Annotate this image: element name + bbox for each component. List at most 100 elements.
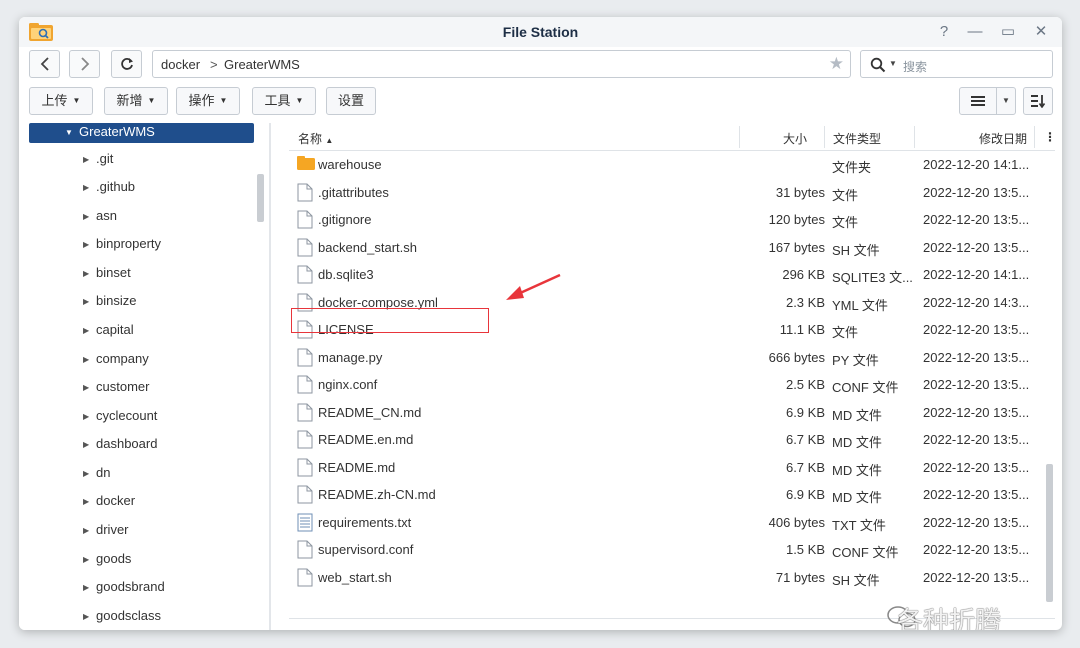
- column-options-icon[interactable]: ⋮: [1044, 130, 1056, 144]
- file-list-scrollbar[interactable]: [1046, 464, 1053, 602]
- caret-down-icon: ▼: [72, 95, 81, 105]
- breadcrumb-separator: >: [210, 57, 218, 72]
- list-view-icon: [971, 96, 985, 106]
- pane-divider[interactable]: [269, 123, 271, 630]
- tree-item-label: cyclecount: [96, 408, 158, 423]
- forward-button[interactable]: [69, 50, 100, 78]
- settings-button[interactable]: 设置: [326, 87, 376, 115]
- file-type: 文件: [832, 187, 859, 203]
- file-size: 406 bytes: [768, 514, 825, 530]
- file-icon: [297, 183, 313, 205]
- breadcrumb-docker[interactable]: docker: [161, 57, 200, 72]
- tree-item[interactable]: ▶ asn: [83, 206, 117, 226]
- tree-item[interactable]: ▶ binsize: [83, 291, 136, 311]
- file-modified: 2022-12-20 13:5...: [923, 542, 1030, 557]
- file-icon: [297, 485, 313, 507]
- action-label: 操作: [188, 93, 215, 108]
- back-button[interactable]: [29, 50, 60, 78]
- tree-item[interactable]: ▶ goodsclass: [83, 606, 161, 626]
- file-name: web_start.sh: [318, 569, 392, 585]
- column-header: 名称 ▲ 大小 文件类型 修改日期 ⋮: [289, 123, 1056, 151]
- tree-item[interactable]: ▶ goods: [83, 549, 131, 569]
- file-modified: 2022-12-20 14:3...: [923, 294, 1030, 310]
- chevron-right-icon: ▶: [83, 240, 90, 249]
- table-row[interactable]: db.sqlite3 296 KB SQLITE3 文... 2022-12-20 1…: [289, 261, 1041, 288]
- table-row[interactable]: nginx.conf 2.5 KB CONF 文件 2022-12-20 13:5..…: [289, 371, 1041, 398]
- minimize-icon[interactable]: —: [964, 22, 986, 42]
- column-modified[interactable]: 修改日期: [979, 130, 1027, 147]
- table-row[interactable]: requirements.txt 406 bytes TXT 文件 2022-12-2…: [289, 509, 1041, 536]
- folder-icon: [297, 155, 315, 174]
- file-type: TXT 文件: [832, 517, 886, 533]
- file-type: PY 文件: [832, 352, 879, 368]
- tree-item-label: dn: [96, 465, 111, 480]
- refresh-button[interactable]: [111, 50, 142, 78]
- file-list: 名称 ▲ 大小 文件类型 修改日期 ⋮ warehouse 文件夹 2022-12-…: [289, 123, 1056, 630]
- tree-item[interactable]: ▶ capital: [83, 320, 134, 340]
- tree-item[interactable]: ▶ dn: [83, 463, 110, 483]
- table-row[interactable]: README.zh-CN.md 6.9 KB MD 文件 2022-12-20 13:…: [289, 481, 1041, 508]
- annotation-arrow-icon: [506, 273, 561, 300]
- file-name: supervisord.conf: [318, 542, 414, 557]
- window-title: File Station: [502, 24, 579, 40]
- file-name: warehouse: [318, 157, 382, 172]
- file-icon: [297, 568, 313, 590]
- search-box[interactable]: ▼ 搜索: [860, 50, 1053, 78]
- caret-down-icon: ▼: [1002, 96, 1010, 105]
- sort-button[interactable]: [1023, 87, 1053, 115]
- search-dropdown-icon[interactable]: ▼: [889, 59, 897, 68]
- upload-button[interactable]: 上传 ▼: [29, 87, 93, 115]
- tree-item[interactable]: ▶ customer: [83, 377, 149, 397]
- tree-item-label: binset: [96, 265, 131, 280]
- file-size: 120 bytes: [768, 212, 825, 227]
- sidebar-scrollbar[interactable]: [257, 174, 264, 222]
- table-row[interactable]: README.en.md 6.7 KB MD 文件 2022-12-20 13:5..…: [289, 426, 1041, 453]
- file-name: README_CN.md: [318, 404, 422, 420]
- file-icon: [297, 348, 313, 370]
- tree-item[interactable]: ▶ binset: [83, 263, 131, 283]
- tree-item[interactable]: ▶ goodsbrand: [83, 577, 165, 597]
- tree-item-selected[interactable]: ▼ GreaterWMS: [29, 123, 254, 143]
- upload-label: 上传: [41, 93, 68, 108]
- tree-item[interactable]: ▶ cyclecount: [83, 406, 157, 426]
- table-row[interactable]: .gitignore 120 bytes 文件 2022-12-20 13:5...: [289, 206, 1041, 233]
- action-button[interactable]: 操作 ▼: [176, 87, 240, 115]
- tree-item[interactable]: ▶ binproperty: [83, 234, 161, 254]
- table-row[interactable]: warehouse 文件夹 2022-12-20 14:1...: [289, 151, 1041, 178]
- tree-item[interactable]: ▶ company: [83, 349, 149, 369]
- chevron-right-icon: ▶: [83, 612, 90, 621]
- tree-item[interactable]: ▶ driver: [83, 520, 129, 540]
- star-icon[interactable]: ★: [829, 54, 844, 74]
- sort-icon: [1031, 95, 1046, 109]
- chevron-right-icon: ▶: [83, 212, 90, 221]
- breadcrumb-greaterwms[interactable]: GreaterWMS: [224, 57, 300, 72]
- tree-item[interactable]: ▶ dashboard: [83, 434, 157, 454]
- table-row[interactable]: README_CN.md 6.9 KB MD 文件 2022-12-20 13:5..…: [289, 399, 1041, 426]
- column-divider: [1034, 126, 1035, 148]
- new-button[interactable]: 新增 ▼: [104, 87, 168, 115]
- file-type: MD 文件: [832, 407, 882, 423]
- table-row[interactable]: manage.py 666 bytes PY 文件 2022-12-20 13:5..…: [289, 344, 1041, 371]
- close-icon[interactable]: ✕: [1030, 22, 1052, 42]
- file-modified: 2022-12-20 13:5...: [923, 239, 1030, 255]
- help-icon[interactable]: ?: [933, 22, 955, 42]
- table-row[interactable]: README.md 6.7 KB MD 文件 2022-12-20 13:5...: [289, 454, 1041, 481]
- view-dropdown-button[interactable]: ▼: [996, 87, 1016, 115]
- column-type[interactable]: 文件类型: [833, 130, 881, 147]
- tree-item[interactable]: ▶ .git: [83, 149, 113, 169]
- table-row[interactable]: backend_start.sh 167 bytes SH 文件 2022-12-20…: [289, 234, 1041, 261]
- file-icon: [297, 210, 313, 232]
- tree-item[interactable]: ▶ docker: [83, 491, 135, 511]
- table-row[interactable]: supervisord.conf 1.5 KB CONF 文件 2022-12-20 …: [289, 536, 1041, 563]
- maximize-icon[interactable]: ▭: [997, 22, 1019, 42]
- table-row[interactable]: .gitattributes 31 bytes 文件 2022-12-20 13:5.…: [289, 179, 1041, 206]
- tree-item[interactable]: ▶ .github: [83, 177, 135, 197]
- caret-down-icon: ▼: [295, 95, 304, 105]
- tools-button[interactable]: 工具 ▼: [252, 87, 316, 115]
- column-name[interactable]: 名称 ▲: [298, 130, 333, 147]
- path-bar[interactable]: docker > GreaterWMS ★: [152, 50, 851, 78]
- table-row[interactable]: web_start.sh 71 bytes SH 文件 2022-12-20 13:5…: [289, 564, 1041, 591]
- column-size[interactable]: 大小: [783, 130, 807, 147]
- file-name: backend_start.sh: [318, 239, 418, 255]
- list-view-button[interactable]: [959, 87, 997, 115]
